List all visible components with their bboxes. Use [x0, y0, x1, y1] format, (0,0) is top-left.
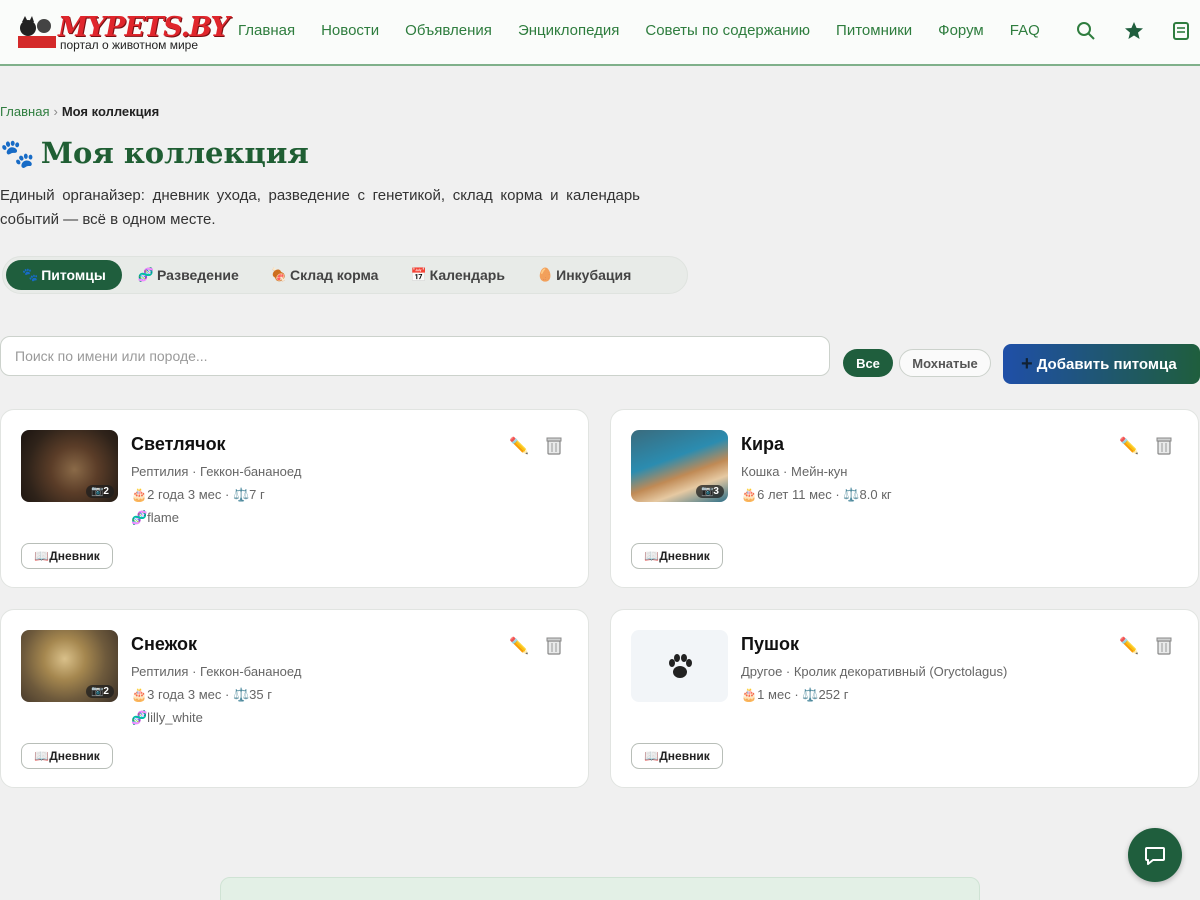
breadcrumb-current: Моя коллекция: [61, 104, 160, 119]
breadcrumb-separator: ›: [53, 104, 58, 119]
diary-button[interactable]: 📖Дневник: [21, 743, 113, 769]
nav-forum[interactable]: Форум: [938, 22, 984, 39]
paw-icon: [668, 654, 692, 678]
pet-card[interactable]: Пушок Другое · Кролик декоративный (Oryc…: [610, 609, 1199, 788]
pet-meta: 🎂2 года 3 мес · ⚖️7 г: [131, 487, 265, 503]
pet-age: 🎂3 года 3 мес: [131, 687, 222, 702]
tab-breeding[interactable]: 🧬 Разведение: [122, 260, 255, 290]
tab-pets[interactable]: 🐾 Питомцы: [6, 260, 122, 290]
chat-button[interactable]: [1128, 828, 1182, 882]
page-description: Единый органайзер: дневник ухода, развед…: [0, 187, 640, 228]
pet-name: Светлячок: [131, 434, 226, 454]
edit-icon[interactable]: ✏️: [509, 636, 529, 656]
bottom-banner: [220, 877, 980, 900]
nav-care-tips[interactable]: Советы по содержанию: [645, 22, 810, 39]
pet-card[interactable]: 📷2 Снежок Рептилия · Геккон-бананоед 🎂3 …: [0, 609, 589, 788]
star-icon[interactable]: [1123, 20, 1145, 42]
pet-species: Рептилия · Геккон-бананоед: [131, 464, 302, 479]
calendar-icon: 📅: [410, 267, 427, 282]
pet-meta: 🎂3 года 3 мес · ⚖️35 г: [131, 687, 272, 703]
collection-tabs: 🐾 Питомцы 🧬 Разведение 🍖 Склад корма 📅 Кален…: [2, 256, 688, 294]
main-nav: Главная Новости Объявления Энциклопедия …: [238, 22, 1066, 39]
tab-label: Питомцы: [41, 267, 106, 283]
diary-button[interactable]: 📖Дневник: [21, 543, 113, 569]
breadcrumb-home[interactable]: Главная: [0, 104, 49, 119]
chat-icon: [1145, 847, 1165, 865]
logo-subtitle: портал о животном мире: [60, 38, 199, 52]
photo-count-badge: 📷2: [85, 485, 114, 498]
meta-separator: ·: [221, 687, 233, 702]
tab-food-storage[interactable]: 🍖 Склад корма: [255, 260, 395, 290]
trash-icon[interactable]: [1154, 435, 1174, 455]
photo-count-badge: 📷2: [85, 685, 114, 698]
breadcrumb: Главная › Моя коллекция: [0, 104, 159, 119]
page-heading: Моя коллекция: [40, 136, 309, 170]
pet-species: Рептилия · Геккон-бананоед: [131, 664, 302, 679]
pet-photo[interactable]: 📷3: [631, 430, 728, 502]
site-header: MYPETS.BY портал о животном мире Главная…: [0, 0, 1200, 66]
nav-ads[interactable]: Объявления: [405, 22, 492, 39]
pet-photo[interactable]: 📷2: [21, 630, 118, 702]
tab-label: Разведение: [157, 267, 239, 283]
pet-weight: ⚖️8.0 кг: [843, 487, 892, 502]
page-title: 🐾 Моя коллекция: [0, 136, 309, 170]
trash-icon[interactable]: [544, 635, 564, 655]
diary-button[interactable]: 📖Дневник: [631, 543, 723, 569]
pets-silhouette-icon: [18, 16, 56, 48]
trash-icon[interactable]: [1154, 635, 1174, 655]
site-logo[interactable]: MYPETS.BY портал о животном мире: [16, 12, 230, 54]
pet-name: Снежок: [131, 634, 197, 654]
pet-weight: ⚖️35 г: [232, 687, 272, 702]
dna-icon: 🧬: [137, 267, 155, 282]
pet-age: 🎂1 мес: [741, 687, 791, 702]
add-pet-label: Добавить питомца: [1036, 355, 1177, 373]
pet-name: Кира: [741, 434, 785, 454]
nav-news[interactable]: Новости: [321, 22, 379, 39]
pet-meta: 🎂6 лет 11 мес · ⚖️8.0 кг: [741, 487, 892, 503]
filter-all-chip[interactable]: Все: [843, 349, 893, 377]
meta-separator: ·: [790, 687, 803, 702]
pet-age: 🎂2 года 3 мес: [131, 487, 222, 502]
tab-calendar[interactable]: 📅 Календарь: [394, 260, 520, 290]
pet-card[interactable]: 📷3 Кира Кошка · Мейн-кун 🎂6 лет 11 мес ·…: [610, 409, 1199, 588]
pet-card[interactable]: 📷2 Светлячок Рептилия · Геккон-бананоед …: [0, 409, 589, 588]
nav-encyclopedia[interactable]: Энциклопедия: [518, 22, 619, 39]
plus-icon: +: [1021, 352, 1033, 375]
edit-icon[interactable]: ✏️: [1119, 636, 1139, 656]
egg-icon: 🥚: [536, 267, 554, 282]
search-icon[interactable]: [1075, 20, 1097, 42]
notes-icon[interactable]: [1170, 20, 1192, 42]
pet-meta: 🎂1 мес · ⚖️252 г: [741, 687, 849, 703]
nav-kennels[interactable]: Питомники: [836, 22, 912, 39]
tab-incubation[interactable]: 🥚 Инкубация: [521, 260, 647, 290]
edit-icon[interactable]: ✏️: [509, 436, 529, 456]
add-pet-button[interactable]: + Добавить питомца: [1003, 344, 1200, 384]
nav-faq[interactable]: FAQ: [1010, 22, 1040, 39]
meta-separator: ·: [831, 487, 844, 502]
pet-species: Другое · Кролик декоративный (Oryctolagu…: [741, 664, 1008, 679]
pet-age: 🎂6 лет 11 мес: [741, 487, 832, 502]
paw-icon: 🐾: [22, 267, 39, 282]
diary-button[interactable]: 📖Дневник: [631, 743, 723, 769]
filter-furry-chip[interactable]: Мохнатые: [899, 349, 991, 377]
tab-label: Календарь: [429, 267, 505, 283]
nav-home[interactable]: Главная: [238, 22, 295, 39]
paw-icon: 🐾: [0, 137, 35, 169]
meta-separator: ·: [221, 487, 233, 502]
pet-weight: ⚖️7 г: [232, 487, 265, 502]
photo-count-badge: 📷3: [695, 485, 724, 498]
pet-photo-placeholder[interactable]: [631, 630, 728, 702]
pet-morph: 🧬flame: [131, 510, 179, 525]
pet-name: Пушок: [741, 634, 799, 654]
meat-icon: 🍖: [270, 267, 288, 282]
trash-icon[interactable]: [544, 435, 564, 455]
tab-label: Склад корма: [290, 267, 379, 283]
pet-weight: ⚖️252 г: [802, 687, 849, 702]
pet-photo[interactable]: 📷2: [21, 430, 118, 502]
tab-label: Инкубация: [556, 267, 632, 283]
pet-species: Кошка · Мейн-кун: [741, 464, 848, 479]
edit-icon[interactable]: ✏️: [1119, 436, 1139, 456]
search-input[interactable]: [0, 336, 830, 376]
pet-morph: 🧬lilly_white: [131, 710, 203, 725]
